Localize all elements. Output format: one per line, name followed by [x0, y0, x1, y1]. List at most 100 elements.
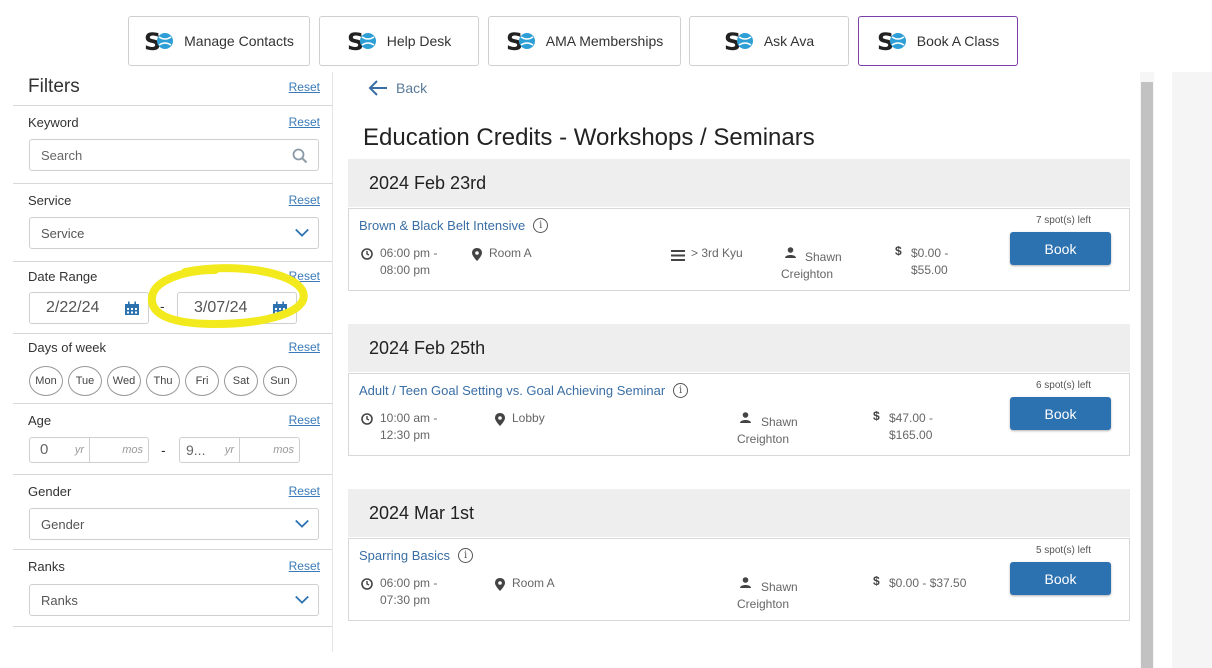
date-range-label: Date Range: [28, 269, 98, 284]
class-location: Room A: [489, 246, 532, 260]
search-placeholder: Search: [41, 147, 83, 163]
person-icon: [785, 247, 796, 258]
chevron-down-icon: [295, 519, 309, 528]
nav-ask-ava-button[interactable]: S Ask Ava: [689, 16, 849, 66]
chevron-down-icon: [295, 228, 309, 237]
keyword-reset-link[interactable]: Reset: [289, 115, 320, 129]
price-range-start: $47.00 -: [889, 411, 934, 425]
nav-book-a-class-button[interactable]: S Book A Class: [858, 16, 1018, 66]
day-toggle-fri[interactable]: Fri: [185, 366, 219, 396]
dollar-icon: $: [873, 574, 880, 588]
service-filter: Service Reset Service: [13, 184, 333, 262]
service-select[interactable]: Service: [29, 217, 319, 249]
day-toggle-row: Mon Tue Wed Thu Fri Sat Sun: [29, 366, 297, 396]
brand-logo-icon: S: [506, 28, 536, 54]
instructor-first: Shawn: [805, 250, 842, 264]
highlighter-annotation: [147, 264, 308, 329]
nav-ama-memberships-button[interactable]: S AMA Memberships: [488, 16, 681, 66]
price-range-start: $0.00 -: [911, 246, 949, 260]
ranks-reset-link[interactable]: Reset: [289, 559, 320, 573]
brand-logo-icon: S: [144, 28, 174, 54]
info-icon[interactable]: i: [673, 383, 689, 398]
filters-title: Filters: [28, 76, 80, 97]
nav-help-desk-button[interactable]: S Help Desk: [319, 16, 479, 66]
spots-left: 5 spot(s) left: [1035, 545, 1091, 556]
book-button[interactable]: Book: [1010, 397, 1111, 430]
nav-label: Help Desk: [386, 33, 452, 49]
nav-manage-contacts-button[interactable]: S Manage Contacts: [128, 16, 310, 66]
back-label: Back: [396, 80, 428, 96]
location-pin-icon: [495, 578, 505, 591]
info-icon[interactable]: i: [533, 218, 549, 233]
instructor-first: Shawn: [761, 415, 798, 429]
book-button[interactable]: Book: [1010, 232, 1111, 265]
ranks-select[interactable]: Ranks: [29, 584, 319, 616]
days-of-week-label: Days of week: [28, 340, 107, 355]
gender-select[interactable]: Gender: [29, 508, 319, 540]
scrollbar-thumb[interactable]: [1141, 82, 1153, 668]
date-group-header: 2024 Feb 23rd: [348, 159, 1130, 207]
age-separator: -: [161, 442, 166, 458]
filters-sidebar: Filters Reset Keyword Reset Search Servi…: [13, 72, 333, 652]
gender-value: Gender: [41, 516, 85, 532]
back-link[interactable]: Back: [368, 80, 427, 96]
spots-left: 7 spot(s) left: [1035, 215, 1091, 226]
class-card: Sparring Basics i 06:00 pm - 07:30 pm Ro…: [348, 538, 1130, 621]
day-toggle-sun[interactable]: Sun: [263, 366, 297, 396]
day-toggle-thu[interactable]: Thu: [146, 366, 180, 396]
service-label: Service: [28, 193, 72, 208]
arrow-left-icon: [368, 80, 387, 96]
instructor-last: Creighton: [737, 432, 790, 446]
nav-label: Ask Ava: [763, 33, 815, 49]
start-date-value: 2/22/24: [46, 299, 100, 316]
class-time-end: 12:30 pm: [380, 428, 431, 442]
instructor-last: Creighton: [737, 597, 790, 611]
age-filter: Age Reset 0 yr mos - 9... yr mos: [13, 404, 333, 475]
person-icon: [740, 412, 751, 423]
class-title-row: Sparring Basics i: [359, 548, 474, 563]
price-range: $0.00 - $37.50: [889, 576, 967, 590]
date-group-header: 2024 Mar 1st: [348, 489, 1130, 537]
clock-icon: [361, 413, 373, 425]
age-reset-link[interactable]: Reset: [289, 413, 320, 427]
nav-label: Book A Class: [916, 33, 1000, 49]
filters-reset-link[interactable]: Reset: [289, 80, 320, 94]
price-range-end: $55.00: [911, 263, 948, 277]
search-input[interactable]: Search: [29, 139, 319, 171]
right-panel: [1172, 72, 1212, 668]
day-toggle-wed[interactable]: Wed: [107, 366, 141, 396]
nav-label: AMA Memberships: [545, 33, 664, 49]
age-to-input[interactable]: 9... yr mos: [179, 437, 300, 463]
class-location: Lobby: [512, 411, 545, 425]
class-title-link[interactable]: Adult / Teen Goal Setting vs. Goal Achie…: [359, 383, 665, 398]
start-date-input[interactable]: 2/22/24: [29, 292, 149, 324]
gender-reset-link[interactable]: Reset: [289, 484, 320, 498]
main-content: Back Education Credits - Workshops / Sem…: [348, 72, 1130, 668]
days-reset-link[interactable]: Reset: [289, 340, 320, 354]
class-title-row: Adult / Teen Goal Setting vs. Goal Achie…: [359, 383, 689, 398]
info-icon[interactable]: i: [458, 548, 474, 563]
calendar-icon[interactable]: [124, 301, 140, 316]
service-reset-link[interactable]: Reset: [289, 193, 320, 207]
class-location: Room A: [512, 576, 555, 590]
price-range-end: $165.00: [889, 428, 933, 442]
gender-filter: Gender Reset Gender: [13, 475, 333, 550]
ranks-filter: Ranks Reset Ranks: [13, 550, 333, 627]
class-time-end: 08:00 pm: [380, 263, 431, 277]
chevron-down-icon: [295, 595, 309, 604]
book-button[interactable]: Book: [1010, 562, 1111, 595]
yr-unit: yr: [224, 444, 234, 456]
ranks-label: Ranks: [28, 559, 65, 574]
day-toggle-tue[interactable]: Tue: [68, 366, 102, 396]
instructor-first: Shawn: [761, 580, 798, 594]
class-title-link[interactable]: Sparring Basics: [359, 548, 450, 563]
day-toggle-sat[interactable]: Sat: [224, 366, 258, 396]
date-group-header: 2024 Feb 25th: [348, 324, 1130, 372]
age-from-input[interactable]: 0 yr mos: [29, 437, 149, 463]
service-value: Service: [41, 225, 85, 241]
class-time-start: 06:00 pm -: [380, 576, 438, 590]
class-title-row: Brown & Black Belt Intensive i: [359, 218, 549, 233]
class-title-link[interactable]: Brown & Black Belt Intensive: [359, 218, 525, 233]
day-toggle-mon[interactable]: Mon: [29, 366, 63, 396]
class-time-start: 10:00 am -: [380, 411, 438, 425]
